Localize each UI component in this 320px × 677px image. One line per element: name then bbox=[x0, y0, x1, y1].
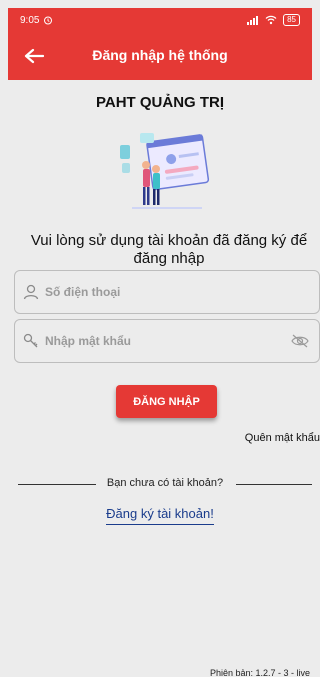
register-link-row: Đăng ký tài khoản! bbox=[0, 505, 320, 525]
password-input[interactable]: Nhập mật khẩu bbox=[14, 319, 320, 363]
battery-icon: 85 bbox=[283, 14, 300, 26]
signal-icon bbox=[247, 15, 259, 25]
login-instruction: Vui lòng sử dụng tài khoản đã đăng ký để… bbox=[30, 232, 308, 267]
signup-divider: Bạn chưa có tài khoản? bbox=[18, 477, 312, 491]
alarm-icon bbox=[44, 16, 53, 25]
app-header: Đăng nhập hệ thống bbox=[8, 32, 312, 80]
key-icon bbox=[23, 332, 41, 350]
eye-off-icon[interactable] bbox=[291, 334, 309, 348]
forgot-password-link[interactable]: Quên mật khẩu bbox=[245, 432, 320, 444]
user-icon bbox=[23, 283, 41, 301]
password-placeholder: Nhập mật khẩu bbox=[45, 334, 132, 348]
phone-input[interactable]: Số điện thoại bbox=[14, 270, 320, 314]
status-bar: 9:05 85 bbox=[8, 8, 312, 32]
register-link[interactable]: Đăng ký tài khoản! bbox=[106, 506, 214, 525]
signup-prompt: Bạn chưa có tài khoản? bbox=[106, 477, 224, 489]
phone-placeholder: Số điện thoại bbox=[45, 285, 121, 299]
status-time: 9:05 bbox=[20, 14, 40, 26]
version-label: Phiên bản: 1.2.7 - 3 - live bbox=[209, 668, 310, 677]
login-button[interactable]: ĐĂNG NHẬP bbox=[116, 385, 217, 418]
login-illustration bbox=[120, 133, 210, 209]
page-title: Đăng nhập hệ thống bbox=[92, 47, 228, 63]
divider-line-right bbox=[236, 484, 312, 485]
wifi-icon bbox=[265, 15, 277, 25]
app-name: PAHT QUẢNG TRỊ bbox=[95, 94, 225, 111]
